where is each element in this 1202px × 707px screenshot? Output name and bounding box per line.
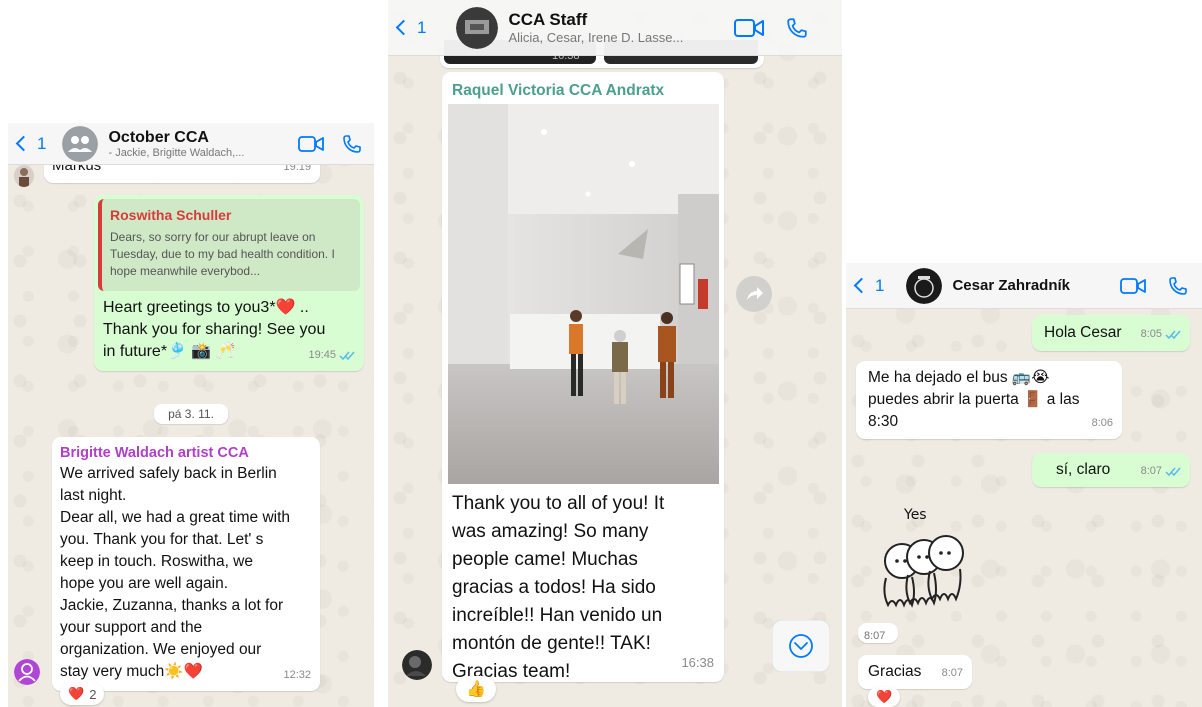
message-sender: Raquel Victoria CCA Andratx [452, 82, 665, 99]
scroll-down-button[interactable] [772, 620, 830, 672]
message-line: montón de gente!! TAK! [452, 633, 651, 654]
message-time: 8:05 [1140, 328, 1162, 340]
quoted-text: Dears, so sorry for our abrupt leave on … [110, 230, 335, 278]
message-text: Hola Cesar [1044, 324, 1122, 341]
phone-call-icon[interactable] [342, 134, 362, 154]
date-separator: pá 3. 11. [154, 404, 228, 424]
message-reaction[interactable]: ❤️ 2 [60, 683, 105, 705]
message-line: was amazing! So many [452, 521, 649, 542]
message-line: Thank you to all of you! It [452, 493, 665, 514]
forward-icon[interactable] [736, 276, 772, 312]
message-line: organization. We enjoyed our [60, 641, 262, 658]
message-time: 8:06 [1091, 417, 1113, 429]
gallery-photo[interactable] [448, 104, 719, 484]
outgoing-reply-bubble[interactable]: Roswitha Schuller Dears, so sorry for ou… [94, 195, 364, 371]
group-avatar-icon[interactable] [62, 125, 99, 162]
sticker-time: 8:07 [858, 623, 898, 643]
message-time: 8:07 [941, 667, 963, 679]
back-button[interactable]: 1 [388, 18, 426, 38]
chat-header: 1 Cesar Zahradník [846, 263, 1202, 309]
message-time: 12:32 [283, 669, 311, 681]
video-call-icon[interactable] [298, 135, 324, 153]
incoming-photo-message-bubble[interactable]: Raquel Victoria CCA Andratx Thank you to… [442, 72, 724, 682]
back-button[interactable]: 1 [8, 134, 46, 154]
chat-title: CCA Staff [508, 10, 588, 29]
quoted-sender: Roswitha Schuller [110, 207, 232, 223]
video-call-icon[interactable] [1120, 277, 1146, 295]
message-line: stay very much☀️❤️ [60, 663, 203, 680]
message-text: sí, claro [1056, 461, 1111, 478]
back-button[interactable]: 1 [846, 276, 884, 296]
read-ticks-icon [1165, 330, 1181, 339]
contact-avatar[interactable] [906, 267, 943, 304]
quoted-message[interactable]: Roswitha Schuller Dears, so sorry for ou… [98, 199, 360, 291]
message-time: 19:45 [308, 349, 336, 361]
message-line: keep in touch. Roswitha, we [60, 553, 253, 570]
sender-avatar[interactable] [402, 650, 432, 680]
sender-avatar[interactable] [14, 165, 34, 187]
message-sender: Brigitte Waldach artist CCA [60, 445, 249, 461]
chat-header: 1 October CCA - Jackie, Brigitte Waldach… [8, 123, 374, 165]
thumbs-up-reaction-icon: 👍 [466, 681, 486, 698]
incoming-message-bubble[interactable]: Me ha dejado el bus 🚌😭 puedes abrir la p… [856, 361, 1122, 439]
heart-reaction-icon: ❤️ [68, 686, 85, 701]
outgoing-message-bubble[interactable]: Hola Cesar 8:05 [1032, 315, 1190, 351]
message-line: gracias a todos! Ha sido [452, 577, 656, 598]
message-reaction[interactable]: ❤️ [868, 687, 901, 707]
chevron-left-icon [395, 19, 412, 36]
read-ticks-icon [1165, 467, 1181, 476]
chat-header-info[interactable]: CCA Staff Alicia, Cesar, Irene D. Lasse.… [508, 10, 734, 45]
message-line: people came! Muchas [452, 549, 638, 570]
message-line: hope you are well again. [60, 575, 229, 592]
chat-members: - Jackie, Brigitte Waldach,... [108, 146, 245, 159]
chevron-left-icon [15, 135, 32, 152]
sticker-caption: Yes [904, 507, 927, 523]
message-line: Me ha dejado el bus 🚌😭 [868, 369, 1050, 386]
chat-title: October CCA [108, 128, 209, 146]
message-line: last night. [60, 487, 127, 504]
heart-reaction-icon: ❤️ [876, 689, 893, 704]
message-line: puedes abrir la puerta 🚪 a las [868, 391, 1080, 408]
chat-header-info[interactable]: October CCA - Jackie, Brigitte Waldach,.… [108, 129, 298, 159]
phone-call-icon[interactable] [1168, 276, 1188, 296]
chevron-left-icon [853, 277, 870, 294]
reaction-count: 2 [89, 686, 97, 702]
outgoing-message-bubble[interactable]: sí, claro 8:07 [1032, 453, 1190, 487]
video-call-icon[interactable] [734, 18, 764, 38]
chat-header-info[interactable]: Cesar Zahradník [952, 277, 1120, 294]
message-line: increíble!! Han venido un [452, 605, 663, 626]
message-line: in future*🎐 📸 🥂 [103, 343, 236, 360]
phone-call-icon[interactable] [786, 17, 808, 39]
message-time: 16:38 [681, 655, 714, 670]
message-line: Thank you for sharing! See you [103, 321, 326, 338]
october-cca-chat-panel: 1 October CCA - Jackie, Brigitte Waldach… [8, 123, 374, 707]
message-line: Heart greetings to you3*❤️ .. [103, 299, 309, 316]
sender-avatar[interactable] [14, 659, 40, 685]
message-line: 8:30 [868, 413, 899, 430]
cca-staff-chat-panel: 1 CCA Staff Alicia, Cesar, Irene D. Lass… [388, 0, 842, 707]
read-ticks-icon [339, 351, 355, 360]
message-time: 8:07 [1140, 465, 1162, 477]
message-text: Gracias [868, 663, 922, 680]
message-reaction[interactable]: 👍 [456, 676, 496, 702]
unread-count: 1 [417, 17, 427, 37]
cesar-chat-panel: 1 Cesar Zahradník Hola Cesar 8:05 Me ha … [846, 263, 1202, 707]
incoming-message-bubble[interactable]: Brigitte Waldach artist CCA We arrived s… [52, 437, 320, 691]
message-line: your support and the [60, 619, 203, 636]
chat-header: 1 CCA Staff Alicia, Cesar, Irene D. Lass… [388, 0, 842, 56]
group-avatar-icon[interactable] [456, 6, 499, 49]
message-line: you. Thank you for that. Let' s [60, 531, 264, 548]
message-line: Dear all, we had a great time with [60, 509, 291, 526]
chat-members: Alicia, Cesar, Irene D. Lasse... [508, 30, 684, 45]
chat-title: Cesar Zahradník [952, 277, 1071, 294]
message-line: We arrived safely back in Berlin [60, 465, 277, 482]
sticker-image[interactable] [872, 533, 976, 615]
unread-count: 1 [37, 133, 47, 153]
message-line: Jackie, Zuzanna, thanks a lot for [60, 597, 284, 614]
unread-count: 1 [875, 275, 885, 295]
incoming-message-bubble[interactable]: Gracias 8:07 [858, 655, 972, 689]
